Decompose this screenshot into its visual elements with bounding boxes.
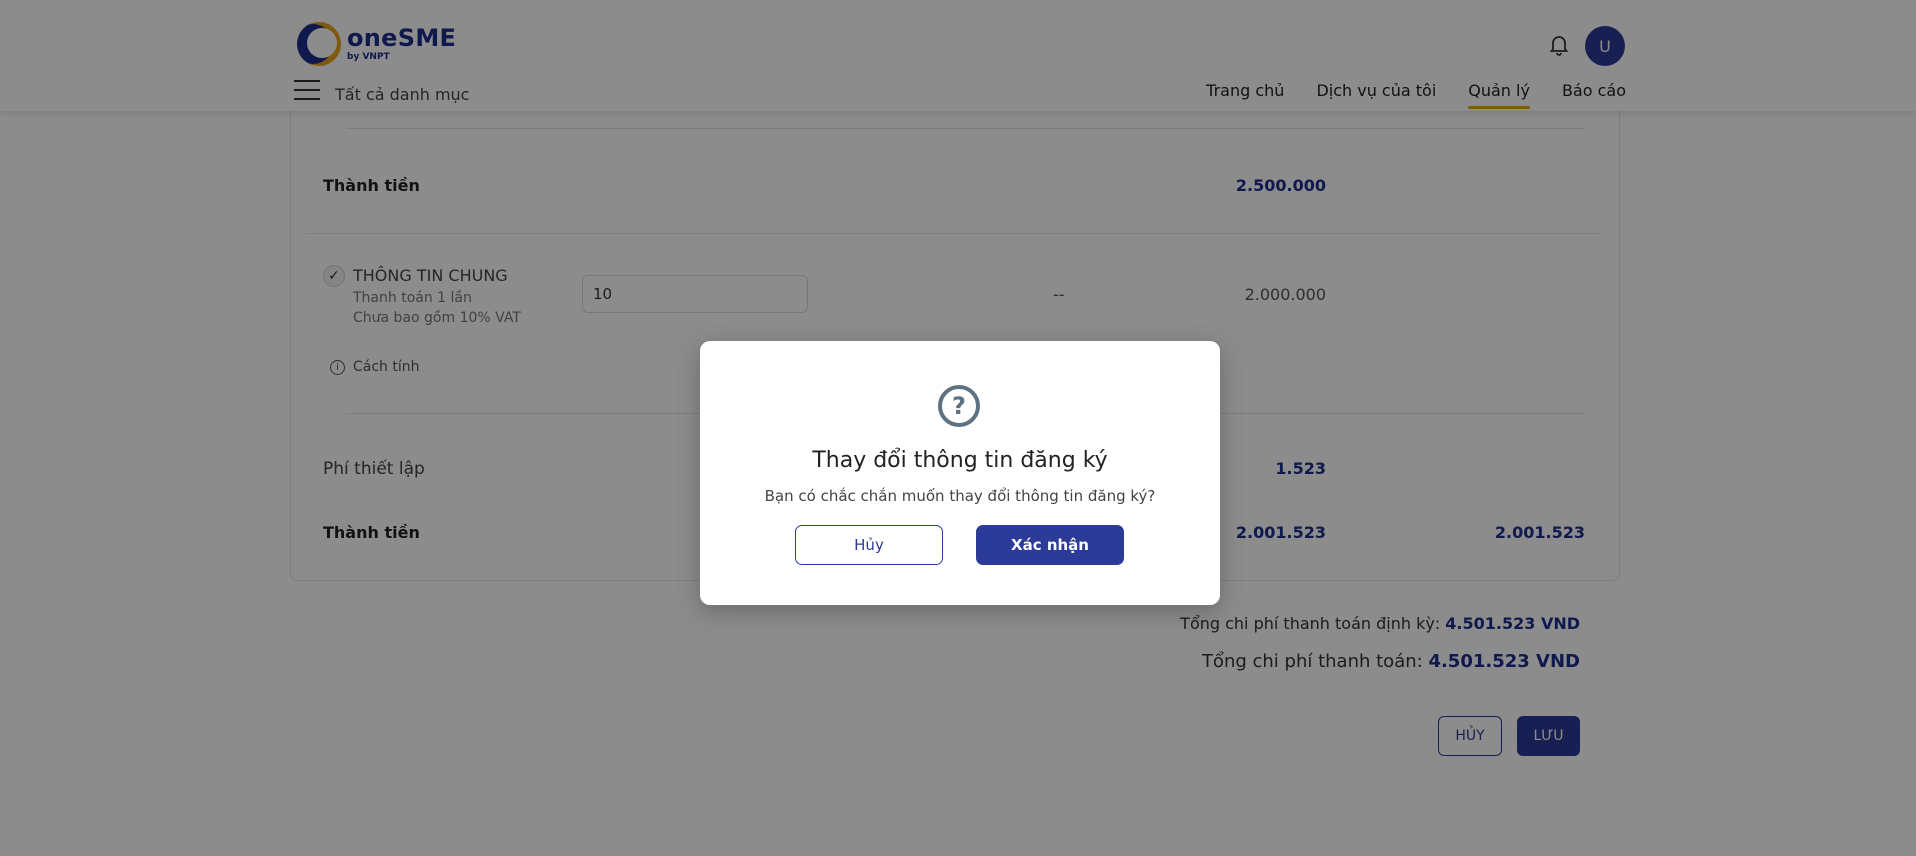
dialog-cancel-button[interactable]: Hủy — [795, 525, 943, 565]
dialog-confirm-button[interactable]: Xác nhận — [976, 525, 1124, 565]
confirm-dialog: ? Thay đổi thông tin đăng ký Bạn có chắc… — [700, 341, 1220, 605]
dialog-message: Bạn có chắc chắn muốn thay đổi thông tin… — [764, 487, 1156, 505]
dialog-title: Thay đổi thông tin đăng ký — [812, 448, 1108, 473]
question-circle-icon: ? — [938, 385, 980, 427]
